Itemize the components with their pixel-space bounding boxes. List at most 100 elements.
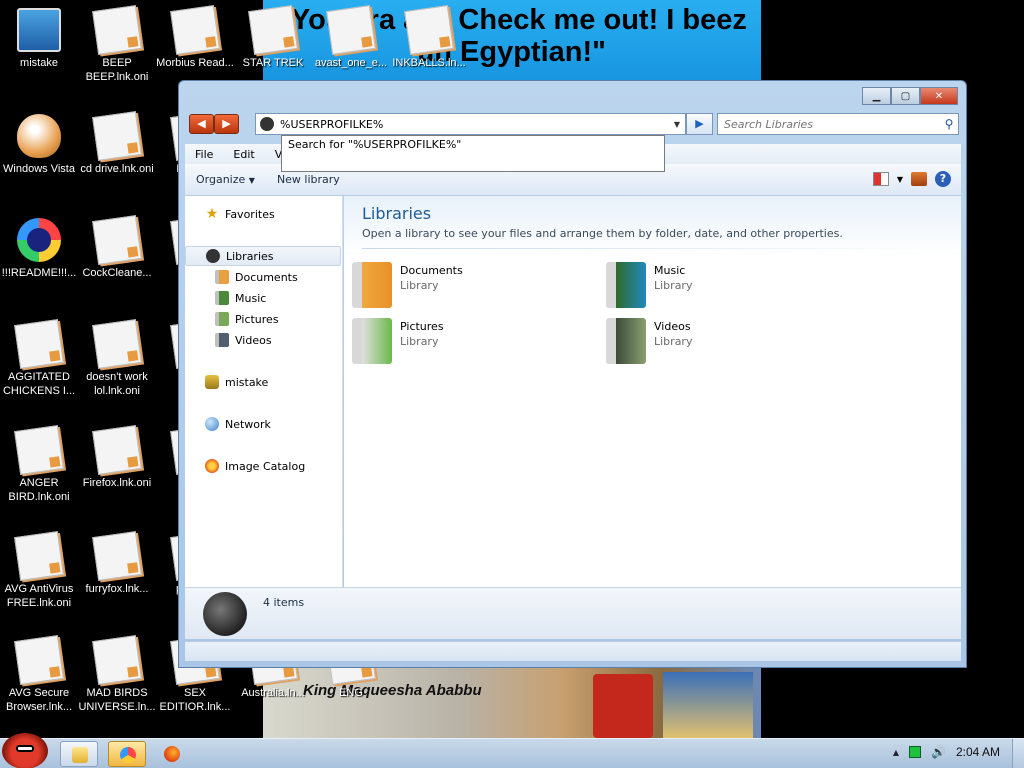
library-name: Pictures	[400, 320, 444, 333]
back-button[interactable]: ◀	[189, 114, 214, 134]
library-videos[interactable]: Videos Library	[606, 318, 826, 366]
menu-file[interactable]: File	[185, 148, 223, 161]
navigation-pane: ★ Favorites Libraries Documents Music Picture…	[185, 196, 343, 587]
page-title: Libraries	[362, 204, 432, 223]
nav-item-image-catalog[interactable]: Image Catalog	[185, 456, 341, 476]
nav-item-label: Favorites	[225, 207, 275, 221]
view-options-chevron-icon[interactable]: ▼	[897, 175, 903, 184]
maximize-button[interactable]: ▢	[891, 87, 920, 105]
browser-icon	[17, 218, 61, 262]
libraries-large-icon	[203, 592, 247, 636]
library-pictures[interactable]: Pictures Library	[352, 318, 572, 366]
firefox-icon[interactable]	[164, 746, 180, 762]
star-icon: ★	[205, 206, 219, 222]
file-icon	[14, 319, 64, 369]
desktop-icon[interactable]: AVG Secure Browser.lnk...	[0, 635, 78, 714]
desktop-icon[interactable]: CockCleane...	[78, 215, 156, 280]
address-dropdown-icon[interactable]: ▼	[669, 120, 685, 129]
taskbar-browser-button[interactable]	[108, 741, 146, 767]
nav-item-documents[interactable]: Documents	[185, 267, 341, 287]
desktop-icon[interactable]: furryfox.lnk...	[78, 531, 156, 596]
desktop-icon[interactable]: Windows Vista	[0, 114, 78, 176]
library-text: Documents Library	[400, 262, 463, 294]
address-bar[interactable]: ▼	[255, 113, 686, 135]
desktop-icon-label: INKBALLS.ln...	[392, 57, 466, 69]
minimize-button[interactable]: ▁	[862, 87, 891, 105]
nav-item-videos[interactable]: Videos	[185, 330, 341, 350]
desktop-icon-label: !!!README!!!...	[1, 267, 77, 279]
navigation-buttons: ◀ ▶	[189, 114, 239, 134]
file-icon	[326, 5, 376, 55]
forward-button[interactable]: ▶	[214, 114, 239, 134]
libraries-location-icon	[260, 117, 274, 131]
desktop-icon[interactable]: MAD BIRDS UNIVERSE.ln...	[78, 635, 156, 714]
desktop-icon[interactable]: STAR TREK	[234, 5, 312, 70]
desktop-icon[interactable]: AVG AntiVirus FREE.lnk.oni	[0, 531, 78, 610]
desktop-icon[interactable]: doesn't work lol.lnk.oni	[78, 319, 156, 398]
change-view-icon[interactable]	[872, 172, 889, 186]
desktop-icon-label: MAD BIRDS UNIVERSE.ln...	[78, 687, 156, 713]
nav-item-label: Image Catalog	[225, 459, 306, 473]
wallpaper-figure	[593, 674, 653, 738]
nav-item-label: Documents	[235, 270, 298, 284]
search-input[interactable]	[718, 117, 940, 131]
start-button[interactable]	[2, 733, 48, 768]
desktop-icon[interactable]: ANGER BIRD.lnk.oni	[0, 425, 78, 504]
desktop-icon-label: AVG Secure Browser.lnk...	[5, 687, 73, 713]
volume-icon[interactable]: 🔊	[931, 745, 946, 759]
nav-item-label: Pictures	[235, 312, 279, 326]
nav-item-mistake[interactable]: mistake	[185, 372, 341, 392]
address-input[interactable]	[280, 117, 669, 131]
command-bar-right: ▼ ?	[872, 171, 951, 187]
desktop-icon-label: AGGITATED CHICKENS I...	[2, 371, 76, 397]
desktop-icon[interactable]: mistake	[0, 8, 78, 70]
file-icon	[92, 111, 142, 161]
address-autocomplete-suggestion[interactable]: Search for "%USERPROFILKE%"	[281, 135, 665, 172]
network-icon	[205, 417, 219, 431]
desktop-icon[interactable]: BEEP BEEP.lnk.oni	[78, 5, 156, 84]
file-icon	[404, 5, 454, 55]
help-icon[interactable]: ?	[935, 171, 951, 187]
nav-item-label: Libraries	[226, 249, 274, 263]
desktop-icon[interactable]: Firefox.lnk.oni	[78, 425, 156, 490]
nav-item-pictures[interactable]: Pictures	[185, 309, 341, 329]
file-icon	[170, 5, 220, 55]
search-icon[interactable]: ⚲	[940, 117, 958, 131]
nav-item-libraries[interactable]: Libraries	[185, 246, 341, 266]
nav-item-music[interactable]: Music	[185, 288, 341, 308]
preview-pane-icon[interactable]	[911, 172, 927, 186]
file-icon	[14, 635, 64, 685]
library-documents[interactable]: Documents Library	[352, 262, 572, 310]
library-music[interactable]: Music Library	[606, 262, 826, 310]
desktop-icon[interactable]: AGGITATED CHICKENS I...	[0, 319, 78, 398]
library-text: Pictures Library	[400, 318, 444, 350]
menu-edit[interactable]: Edit	[223, 148, 264, 161]
wallpaper-figure-2	[663, 672, 753, 738]
network-status-icon[interactable]	[909, 746, 922, 758]
desktop-icon[interactable]: INKBALLS.ln...	[390, 5, 468, 70]
nav-item-favorites[interactable]: ★ Favorites	[185, 204, 341, 224]
new-library-button[interactable]: New library	[266, 173, 351, 186]
folder-icon	[72, 747, 88, 763]
close-button[interactable]: ✕	[920, 87, 958, 105]
desktop-icon[interactable]: Morbius Read...	[156, 5, 234, 70]
search-box[interactable]: ⚲	[717, 113, 959, 135]
user-icon	[205, 375, 219, 389]
videos-icon	[215, 333, 229, 347]
library-type: Library	[654, 335, 693, 348]
music-icon	[215, 291, 229, 305]
organize-button[interactable]: Organize ▼	[185, 173, 266, 186]
go-button[interactable]: ▶	[686, 113, 713, 135]
show-desktop-button[interactable]	[1012, 739, 1024, 768]
file-icon	[92, 5, 142, 55]
file-icon	[92, 319, 142, 369]
clock[interactable]: 2:04 AM	[956, 745, 1000, 759]
music-library-icon	[606, 262, 646, 308]
taskbar-explorer-button[interactable]	[60, 741, 98, 767]
chevron-down-icon: ▼	[248, 176, 255, 185]
desktop-icon[interactable]: avast_one_e...	[312, 5, 390, 70]
desktop-icon[interactable]: cd drive.lnk.oni	[78, 111, 156, 176]
nav-item-network[interactable]: Network	[185, 414, 341, 434]
show-hidden-icons-icon[interactable]: ▲	[893, 748, 899, 757]
desktop-icon[interactable]: !!!README!!!...	[0, 218, 78, 280]
